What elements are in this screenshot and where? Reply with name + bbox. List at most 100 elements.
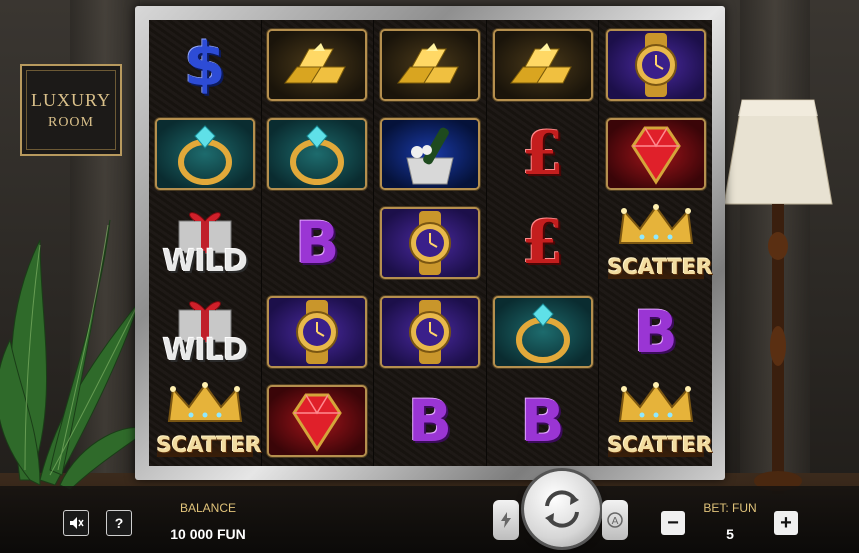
reel-cell: $ — [149, 20, 261, 109]
bitcoin-symbol: B — [382, 385, 478, 457]
autoplay-icon: A — [607, 512, 623, 528]
plant-decoration — [0, 219, 149, 490]
logo-line-2: ROOM — [47, 114, 94, 130]
dollar-symbol: $ — [157, 29, 253, 101]
reel-cell — [262, 109, 374, 198]
bet-increase-button[interactable]: + — [774, 511, 798, 535]
wild-label: WILD — [162, 332, 248, 368]
bitcoin-icon: B — [295, 208, 340, 277]
bet-decrease-button[interactable]: − — [661, 511, 685, 535]
ruby-icon — [292, 393, 343, 452]
ruby-symbol — [269, 386, 366, 455]
reel-cell — [374, 20, 486, 109]
scatter-label: SCATTER — [607, 254, 713, 279]
gold-watch-icon — [408, 210, 451, 275]
reel-cell: B — [599, 287, 712, 376]
bitcoin-symbol: B — [608, 296, 704, 368]
champagne-symbol — [381, 119, 478, 188]
spin-button[interactable] — [524, 471, 600, 547]
reel-cell: £ — [487, 109, 599, 198]
scatter-symbol: SCATTER — [607, 203, 713, 283]
diamond-ring-icon — [290, 124, 345, 185]
balance-value: 10 000 FUN — [170, 526, 246, 542]
diamond-ring-symbol — [269, 119, 366, 188]
pound-icon: £ — [521, 207, 564, 278]
reel-cell — [374, 287, 486, 376]
reel-cell: B — [262, 198, 374, 287]
gold-bars-symbol — [269, 30, 366, 99]
gold-watch-symbol — [381, 297, 478, 366]
svg-text:A: A — [612, 516, 619, 527]
reel-2: B — [261, 20, 375, 466]
gold-bars-icon — [509, 42, 572, 83]
dollar-icon: $ — [183, 29, 226, 100]
reel-cell — [374, 198, 486, 287]
reel-3: B — [374, 20, 487, 466]
lightning-icon — [501, 512, 511, 528]
gold-watch-icon — [634, 32, 677, 97]
game-logo: LUXURY ROOM — [20, 64, 122, 156]
reel-cell: SCATTER — [149, 376, 262, 465]
champagne-icon — [406, 127, 454, 184]
reels-area: $ WILD WILD SCATTER B B £ £ B SCATTER B … — [149, 20, 713, 466]
bitcoin-icon: B — [633, 297, 678, 366]
reel-cell: WILD — [149, 198, 261, 287]
diamond-ring-symbol — [156, 119, 253, 188]
bitcoin-symbol: B — [269, 207, 365, 279]
reel-cell: SCATTER — [599, 376, 713, 465]
diamond-ring-symbol — [494, 297, 591, 366]
bet-label: BET: FUN — [703, 501, 757, 515]
reel-cell: £ — [487, 198, 599, 287]
logo-line-1: LUXURY — [30, 89, 111, 110]
sound-button[interactable] — [63, 510, 89, 536]
speaker-icon — [70, 517, 84, 529]
pound-symbol: £ — [495, 207, 591, 279]
gold-bars-symbol — [494, 30, 591, 99]
wild-symbol: WILD — [157, 203, 253, 283]
reel-cell — [262, 287, 374, 376]
help-icon: ? — [114, 515, 124, 531]
reel-cell — [262, 376, 374, 465]
bitcoin-symbol: B — [495, 385, 591, 457]
reel-cell — [149, 109, 261, 198]
floor-lamp-decoration — [723, 99, 833, 494]
pound-icon: £ — [521, 118, 564, 189]
bet-value: 5 — [726, 526, 734, 542]
reel-cell — [487, 20, 599, 109]
reel-cell: SCATTER — [599, 198, 713, 287]
scatter-symbol: SCATTER — [607, 381, 713, 461]
reel-cell — [374, 109, 486, 198]
reel-4: £ £ B — [486, 20, 600, 466]
diamond-ring-icon — [177, 124, 232, 185]
diamond-ring-icon — [515, 302, 570, 363]
gold-watch-symbol — [381, 208, 478, 277]
gold-watch-symbol — [607, 30, 704, 99]
crown-icon — [167, 381, 242, 422]
balance-label: BALANCE — [179, 501, 237, 515]
reel-cell — [262, 20, 374, 109]
ruby-symbol — [607, 119, 704, 188]
turbo-button[interactable] — [493, 500, 519, 540]
reel-cell — [487, 287, 599, 376]
scatter-symbol: SCATTER — [156, 381, 262, 461]
wild-label: WILD — [162, 243, 248, 279]
autoplay-button[interactable]: A — [602, 500, 628, 540]
scatter-label: SCATTER — [156, 432, 262, 457]
reel-cell: B — [487, 376, 599, 465]
scatter-label: SCATTER — [607, 432, 713, 457]
help-button[interactable]: ? — [106, 510, 132, 536]
gold-watch-symbol — [269, 297, 366, 366]
gold-watch-icon — [408, 299, 451, 364]
ruby-icon — [630, 126, 681, 185]
reel-1: $ WILD WILD SCATTER — [149, 20, 262, 466]
crown-icon — [618, 203, 693, 244]
bitcoin-icon: B — [520, 386, 565, 455]
reel-cell — [599, 20, 712, 109]
crown-icon — [618, 381, 693, 422]
gold-bars-symbol — [381, 30, 478, 99]
reel-cell: WILD — [149, 287, 261, 376]
gold-watch-icon — [296, 299, 339, 364]
reel-cell: B — [374, 376, 486, 465]
pound-symbol: £ — [495, 118, 591, 190]
gold-bars-icon — [284, 42, 347, 83]
